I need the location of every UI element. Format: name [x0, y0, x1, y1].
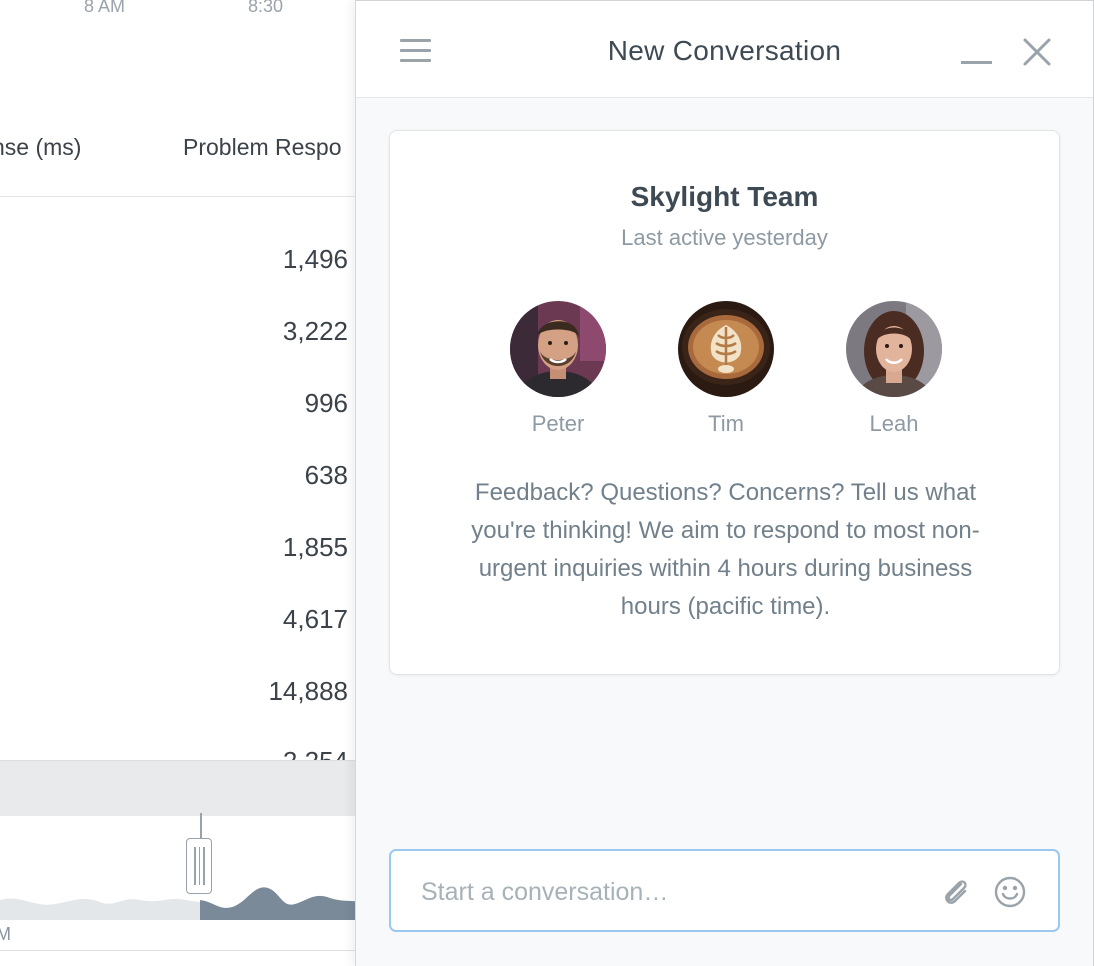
timeline-handle-stem — [200, 813, 202, 839]
team-member: Leah — [834, 301, 954, 437]
column-header-response[interactable]: nse (ms) — [0, 134, 81, 161]
avatar — [678, 301, 774, 397]
column-header-problem-response[interactable]: Problem Respo — [183, 134, 342, 161]
paperclip-icon[interactable] — [939, 875, 973, 909]
team-member: Peter — [498, 301, 618, 437]
smiley-icon[interactable] — [993, 875, 1027, 909]
table-cell-value: 1,855 — [282, 532, 348, 562]
team-intro-message: Feedback? Questions? Concerns? Tell us w… — [471, 479, 980, 620]
team-last-active: Last active yesterday — [621, 225, 828, 250]
table-cell-value: 1,496 — [282, 244, 348, 274]
close-icon[interactable] — [1020, 35, 1054, 69]
chat-header: New Conversation — [356, 0, 1093, 98]
member-name: Leah — [869, 411, 919, 436]
team-member: Tim — [666, 301, 786, 437]
table-cell-value: 14,888 — [268, 676, 348, 706]
table-cell-value: 996 — [304, 388, 348, 418]
message-input[interactable] — [419, 869, 933, 915]
time-label: 8:30 — [248, 0, 284, 16]
timeline-drag-handle[interactable] — [186, 838, 212, 894]
team-name: Skylight Team — [630, 181, 819, 212]
member-name: Peter — [531, 411, 585, 436]
table-cell-value: 4,617 — [282, 604, 348, 634]
chat-widget: New Conversation Skylight Team Last acti… — [355, 0, 1094, 966]
avatar — [846, 301, 942, 397]
table-cell-value: 638 — [304, 460, 348, 490]
time-label: 8 AM — [84, 0, 126, 16]
table-cell-value: 3,222 — [282, 316, 348, 346]
timeline-axis-label: M — [0, 924, 11, 944]
team-intro-card: Skylight Team Last active yesterday Pete… — [389, 130, 1060, 675]
message-composer — [389, 849, 1060, 932]
member-name: Tim — [708, 411, 744, 436]
avatar — [510, 301, 606, 397]
minimize-icon[interactable] — [959, 37, 993, 67]
